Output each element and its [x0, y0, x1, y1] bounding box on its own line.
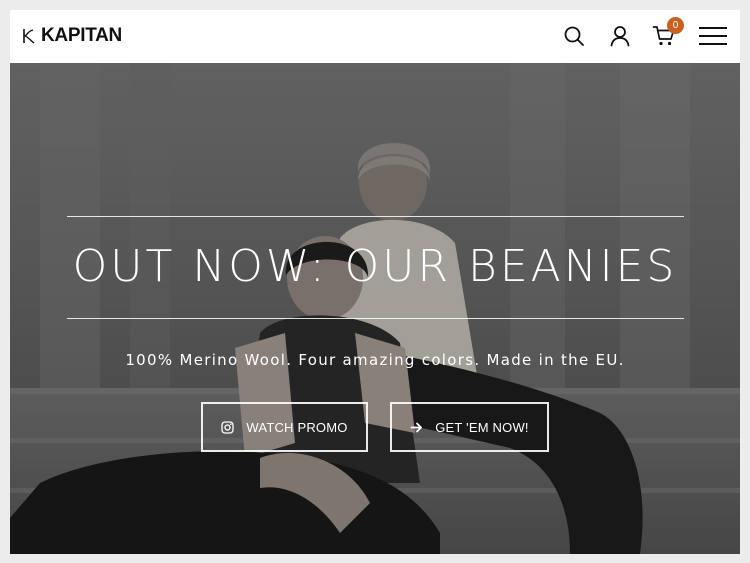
- site-header: KAPITAN 0: [10, 10, 740, 62]
- cart-count-badge: 0: [667, 17, 684, 34]
- watch-promo-button[interactable]: WATCH PROMO: [201, 402, 368, 452]
- headline-rule-bottom: [67, 318, 684, 319]
- hero-headline: OUT NOW: OUR BEANIES: [72, 241, 678, 292]
- hero-background-photo: [10, 63, 740, 554]
- watch-promo-label: WATCH PROMO: [246, 419, 348, 435]
- headline-rule-top: [67, 216, 684, 217]
- instagram-icon: [221, 420, 235, 434]
- hero-banner: OUT NOW: OUR BEANIES 100% Merino Wool. F…: [10, 63, 740, 554]
- get-em-now-label: GET 'EM NOW!: [435, 419, 529, 435]
- logo[interactable]: KAPITAN: [22, 26, 122, 46]
- search-icon[interactable]: [562, 24, 586, 48]
- logo-mark-icon: [23, 29, 35, 44]
- hamburger-menu-icon[interactable]: [698, 24, 728, 48]
- page: KAPITAN 0 OUT NOW: OUR BEANIES 100% Meri…: [10, 10, 740, 554]
- arrow-right-icon: [410, 422, 423, 432]
- hero-subline: 100% Merino Wool. Four amazing colors. M…: [125, 351, 625, 369]
- get-em-now-button[interactable]: GET 'EM NOW!: [390, 402, 549, 452]
- logo-text: KAPITAN: [41, 25, 122, 46]
- account-icon[interactable]: [608, 24, 632, 48]
